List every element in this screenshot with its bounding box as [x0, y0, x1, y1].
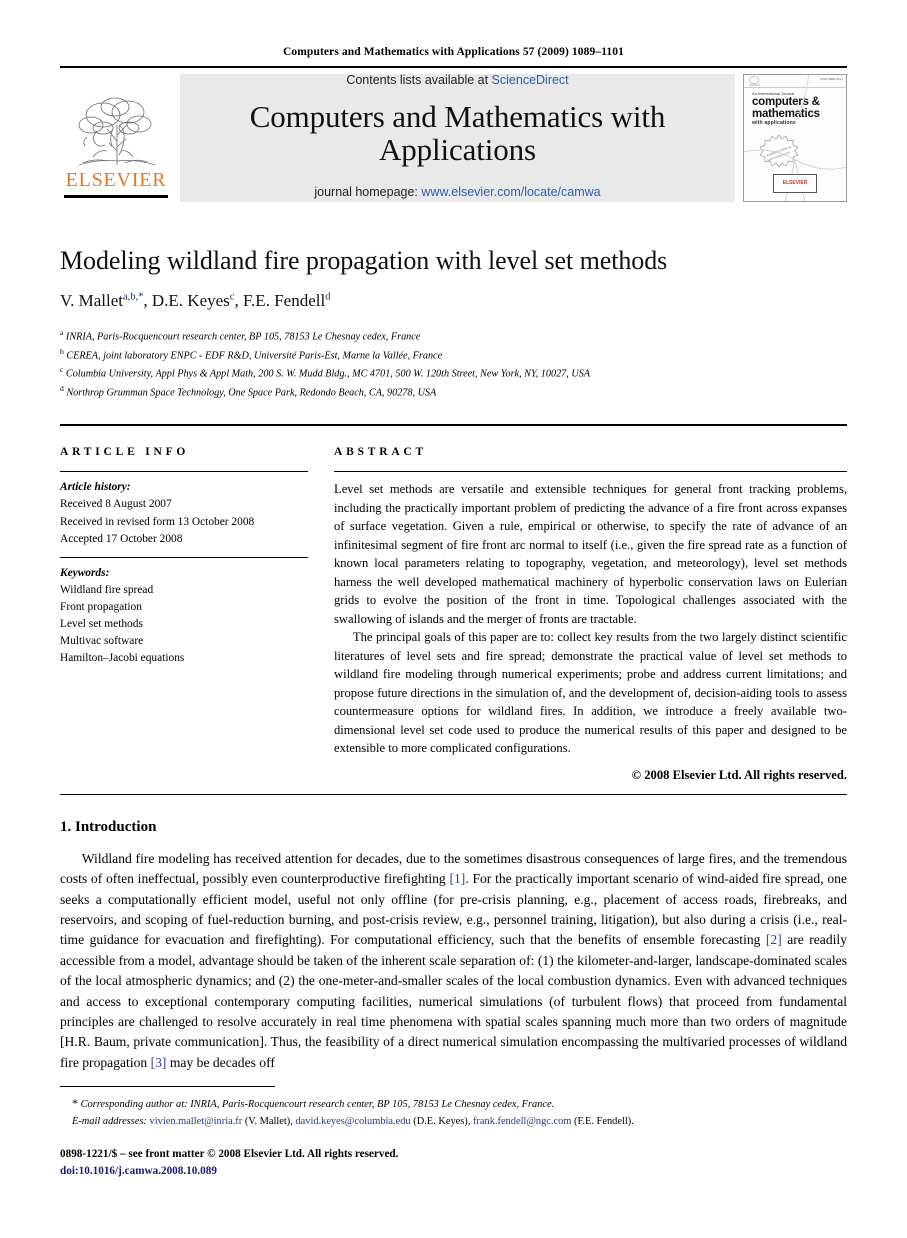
keyword-item: Level set methods	[60, 618, 143, 631]
keywords-label: Keywords:	[60, 566, 110, 579]
elsevier-wordmark: ELSEVIER	[65, 169, 167, 191]
elsevier-tree-icon	[78, 97, 156, 166]
footnote-rule	[60, 1086, 275, 1088]
article-info-rule	[60, 471, 308, 473]
email-label: E-mail addresses:	[72, 1115, 147, 1127]
homepage-prefix: journal homepage:	[314, 184, 422, 199]
affiliation-text: Columbia University, Appl Phys & Appl Ma…	[65, 368, 591, 380]
cover-badge-text: ELSEVIER	[782, 179, 808, 186]
title-block: Modeling wildland fire propagation with …	[60, 246, 847, 402]
intro-text-part-4: may be decades off	[166, 1054, 275, 1070]
elsevier-logo: ELSEVIER	[60, 74, 172, 202]
article-history-label: Article history:	[60, 481, 131, 494]
affiliation-item: d Northrop Grumman Space Technology, One…	[60, 383, 847, 402]
affiliation-marker: c	[60, 365, 64, 375]
affiliation-text: CEREA, joint laboratory ENPC - EDF R&D, …	[66, 349, 443, 361]
section-heading-introduction: 1. Introduction	[60, 818, 157, 835]
running-head-rule	[60, 66, 847, 68]
cover-publisher-badge: ELSEVIER	[773, 174, 817, 193]
citation-link-2[interactable]: [2]	[766, 932, 782, 947]
corresponding-author-marker: *	[72, 1096, 78, 1111]
email-owner: (V. Mallet)	[244, 1115, 291, 1127]
affiliation-marker: a	[60, 327, 64, 337]
affiliation-list: a INRIA, Paris-Rocquencourt research cen…	[60, 327, 847, 403]
doi-link[interactable]: doi:10.1016/j.camwa.2008.10.089	[60, 1163, 847, 1180]
citation-link-3[interactable]: [3]	[151, 1055, 167, 1070]
email-link[interactable]: david.keyes@columbia.edu	[295, 1116, 410, 1127]
keyword-item: Front propagation	[60, 600, 142, 613]
contents-prefix: Contents lists available at	[346, 73, 492, 88]
history-item: Accepted 17 October 2008	[60, 532, 183, 545]
masthead-panel: Contents lists available at ScienceDirec…	[180, 73, 735, 202]
introduction-paragraph: Wildland fire modeling has received atte…	[60, 849, 847, 1073]
abstract-rule	[334, 471, 847, 473]
email-owner: (D.E. Keyes)	[413, 1115, 468, 1127]
abstract-paragraph: Level set methods are versatile and exte…	[334, 482, 847, 626]
article-page: Computers and Mathematics with Applicati…	[0, 0, 907, 1238]
journal-homepage-line: journal homepage: www.elsevier.com/locat…	[180, 185, 735, 199]
affiliation-marker: b	[60, 346, 64, 356]
author-list: V. Malleta,b,*, D.E. Keyesc, F.E. Fendel…	[60, 290, 331, 310]
article-info-column: ARTICLE INFO Article history: Received 8…	[60, 446, 308, 783]
abstract-paragraph: The principal goals of this paper are to…	[334, 630, 847, 756]
page-footer: * Corresponding author at: INRIA, Paris-…	[60, 1086, 847, 1180]
affiliation-item: c Columbia University, Appl Phys & Appl …	[60, 364, 847, 383]
copyright-line: © 2008 Elsevier Ltd. All rights reserved…	[631, 767, 847, 782]
affiliation-text: Northrop Grumman Space Technology, One S…	[66, 387, 437, 399]
info-abstract-section: ARTICLE INFO Article history: Received 8…	[60, 424, 847, 795]
info-abstract-bottom-rule	[60, 793, 847, 795]
page-title: Modeling wildland fire propagation with …	[60, 246, 668, 275]
history-item: Received 8 August 2007	[60, 498, 172, 511]
keyword-item: Hamilton–Jacobi equations	[60, 652, 185, 665]
affiliation-item: b CEREA, joint laboratory ENPC - EDF R&D…	[60, 346, 847, 365]
info-abstract-top-rule	[60, 424, 847, 427]
sciencedirect-link[interactable]: ScienceDirect	[492, 73, 569, 87]
article-history-group: Article history: Received 8 August 2007 …	[60, 479, 308, 547]
journal-masthead: ELSEVIER Contents lists available at Sci…	[60, 73, 847, 202]
contents-available-line: Contents lists available at ScienceDirec…	[180, 73, 735, 87]
history-item: Received in revised form 13 October 2008	[60, 515, 255, 528]
abstract-heading: ABSTRACT	[334, 446, 427, 459]
journal-homepage-link[interactable]: www.elsevier.com/locate/camwa	[421, 185, 600, 199]
issn-copyright-line: 0898-1221/$ – see front matter © 2008 El…	[60, 1148, 399, 1161]
email-addresses-note: E-mail addresses: vivien.mallet@inria.fr…	[72, 1115, 634, 1127]
affiliation-item: a INRIA, Paris-Rocquencourt research cen…	[60, 327, 847, 346]
elsevier-underline	[64, 195, 168, 198]
running-head: Computers and Mathematics with Applicati…	[282, 46, 625, 58]
keywords-group: Keywords: Wildland fire spread Front pro…	[60, 565, 308, 668]
email-link[interactable]: vivien.mallet@inria.fr	[150, 1116, 243, 1127]
keywords-rule	[60, 556, 308, 558]
keyword-item: Wildland fire spread	[60, 583, 154, 596]
journal-cover-thumbnail: ISSN 0898-1221 An International Journal …	[743, 74, 847, 202]
email-link[interactable]: frank.fendell@ngc.com	[473, 1116, 571, 1127]
corresponding-author-note: * Corresponding author at: INRIA, Paris-…	[72, 1094, 847, 1114]
affiliation-marker: d	[60, 384, 64, 394]
email-owner: (F.E. Fendell)	[574, 1115, 632, 1127]
journal-title: Computers and Mathematics with Applicati…	[249, 99, 666, 167]
affiliation-text: INRIA, Paris-Rocquencourt research cente…	[65, 331, 421, 343]
intro-text-part-3: are readily accessible from a model, adv…	[60, 932, 847, 1070]
corresponding-author-text: Corresponding author at: INRIA, Paris-Ro…	[80, 1099, 555, 1111]
abstract-column: ABSTRACT Level set methods are versatile…	[334, 446, 847, 783]
keyword-item: Multivac software	[60, 635, 144, 648]
article-info-heading: ARTICLE INFO	[60, 446, 190, 459]
citation-link-1[interactable]: [1]	[449, 871, 465, 886]
